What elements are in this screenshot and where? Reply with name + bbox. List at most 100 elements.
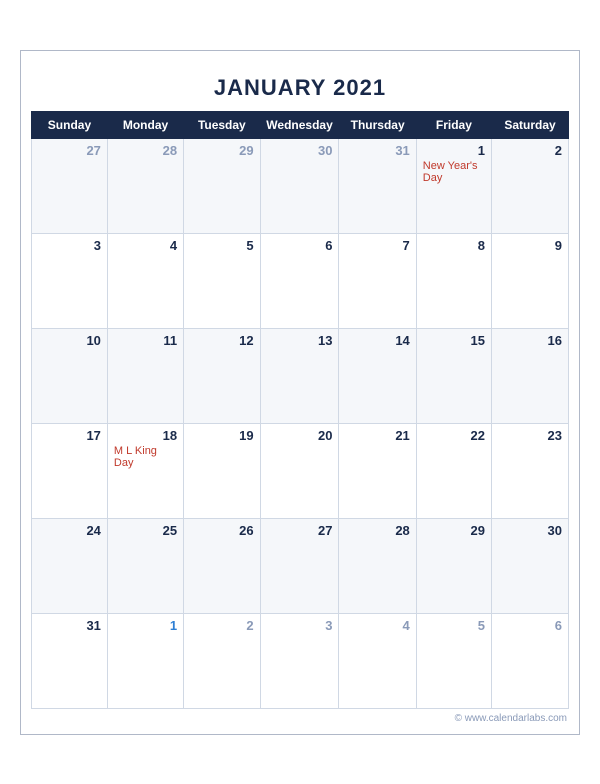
day-number: 6	[267, 238, 333, 253]
header-row: SundayMondayTuesdayWednesdayThursdayFrid…	[32, 111, 569, 138]
day-number: 22	[423, 428, 485, 443]
day-cell: 2	[184, 613, 261, 708]
event-label: New Year's Day	[423, 160, 485, 184]
day-number: 5	[190, 238, 254, 253]
day-number: 10	[38, 333, 101, 348]
day-number: 19	[190, 428, 254, 443]
day-number: 3	[38, 238, 101, 253]
day-cell: 30	[260, 138, 339, 233]
day-number: 1	[114, 618, 177, 633]
day-cell: 2	[492, 138, 569, 233]
week-row-4: 24 25 26 27 28 29 30	[32, 518, 569, 613]
day-cell: 1	[107, 613, 183, 708]
day-number: 4	[114, 238, 177, 253]
week-row-5: 31 123456	[32, 613, 569, 708]
calendar-grid: SundayMondayTuesdayWednesdayThursdayFrid…	[31, 111, 569, 709]
day-number: 29	[190, 143, 254, 158]
day-cell: 18 M L King Day	[107, 423, 183, 518]
day-cell: 10	[32, 328, 108, 423]
calendar-wrapper: JANUARY 2021 SundayMondayTuesdayWednesda…	[20, 50, 580, 735]
day-number: 18	[114, 428, 177, 443]
header-cell-saturday: Saturday	[492, 111, 569, 138]
day-cell: 31	[339, 138, 416, 233]
day-cell: 4	[107, 233, 183, 328]
day-cell: 15	[416, 328, 491, 423]
day-number: 6	[498, 618, 562, 633]
day-number: 24	[38, 523, 101, 538]
day-number: 17	[38, 428, 101, 443]
day-cell: 28	[339, 518, 416, 613]
day-cell: 20	[260, 423, 339, 518]
day-cell: 9	[492, 233, 569, 328]
day-number: 5	[423, 618, 485, 633]
week-row-0: 27 28 29 30 31 1 New Year's Day 2	[32, 138, 569, 233]
day-cell: 12	[184, 328, 261, 423]
day-number: 27	[267, 523, 333, 538]
day-cell: 22	[416, 423, 491, 518]
day-cell: 6	[492, 613, 569, 708]
day-number: 4	[345, 618, 409, 633]
day-number: 8	[423, 238, 485, 253]
day-cell: 3	[260, 613, 339, 708]
day-number: 28	[345, 523, 409, 538]
day-cell: 23	[492, 423, 569, 518]
watermark: © www.calendarlabs.com	[31, 709, 569, 724]
header-cell-tuesday: Tuesday	[184, 111, 261, 138]
day-cell: 29	[184, 138, 261, 233]
day-number: 9	[498, 238, 562, 253]
day-number: 30	[498, 523, 562, 538]
day-number: 12	[190, 333, 254, 348]
day-cell: 24	[32, 518, 108, 613]
day-cell: 4	[339, 613, 416, 708]
day-cell: 8	[416, 233, 491, 328]
day-number: 29	[423, 523, 485, 538]
day-number: 16	[498, 333, 562, 348]
day-number: 27	[38, 143, 101, 158]
day-cell: 5	[416, 613, 491, 708]
day-number: 25	[114, 523, 177, 538]
day-number: 30	[267, 143, 333, 158]
day-cell: 5	[184, 233, 261, 328]
day-number: 23	[498, 428, 562, 443]
day-number: 14	[345, 333, 409, 348]
day-number: 3	[267, 618, 333, 633]
day-cell: 19	[184, 423, 261, 518]
day-cell: 6	[260, 233, 339, 328]
day-number: 31	[345, 143, 409, 158]
day-number: 31	[38, 618, 101, 633]
day-cell: 14	[339, 328, 416, 423]
week-row-3: 17 18 M L King Day 19 20 21 22 23	[32, 423, 569, 518]
day-number: 2	[498, 143, 562, 158]
event-label: M L King Day	[114, 445, 177, 469]
day-cell: 17	[32, 423, 108, 518]
day-cell: 1 New Year's Day	[416, 138, 491, 233]
day-cell: 27	[32, 138, 108, 233]
day-number: 13	[267, 333, 333, 348]
day-cell: 13	[260, 328, 339, 423]
day-cell: 3	[32, 233, 108, 328]
day-cell: 31	[32, 613, 108, 708]
header-cell-monday: Monday	[107, 111, 183, 138]
day-number: 26	[190, 523, 254, 538]
day-number: 2	[190, 618, 254, 633]
week-row-1: 3456789	[32, 233, 569, 328]
day-number: 1	[423, 143, 485, 158]
day-number: 20	[267, 428, 333, 443]
day-number: 28	[114, 143, 177, 158]
header-cell-sunday: Sunday	[32, 111, 108, 138]
calendar-title: JANUARY 2021	[31, 61, 569, 111]
day-number: 15	[423, 333, 485, 348]
week-row-2: 10 11 12 13 14 15 16	[32, 328, 569, 423]
day-cell: 7	[339, 233, 416, 328]
day-number: 11	[114, 333, 177, 348]
day-number: 21	[345, 428, 409, 443]
day-number: 7	[345, 238, 409, 253]
day-cell: 26	[184, 518, 261, 613]
header-cell-wednesday: Wednesday	[260, 111, 339, 138]
day-cell: 21	[339, 423, 416, 518]
day-cell: 27	[260, 518, 339, 613]
header-cell-thursday: Thursday	[339, 111, 416, 138]
day-cell: 28	[107, 138, 183, 233]
day-cell: 16	[492, 328, 569, 423]
header-cell-friday: Friday	[416, 111, 491, 138]
